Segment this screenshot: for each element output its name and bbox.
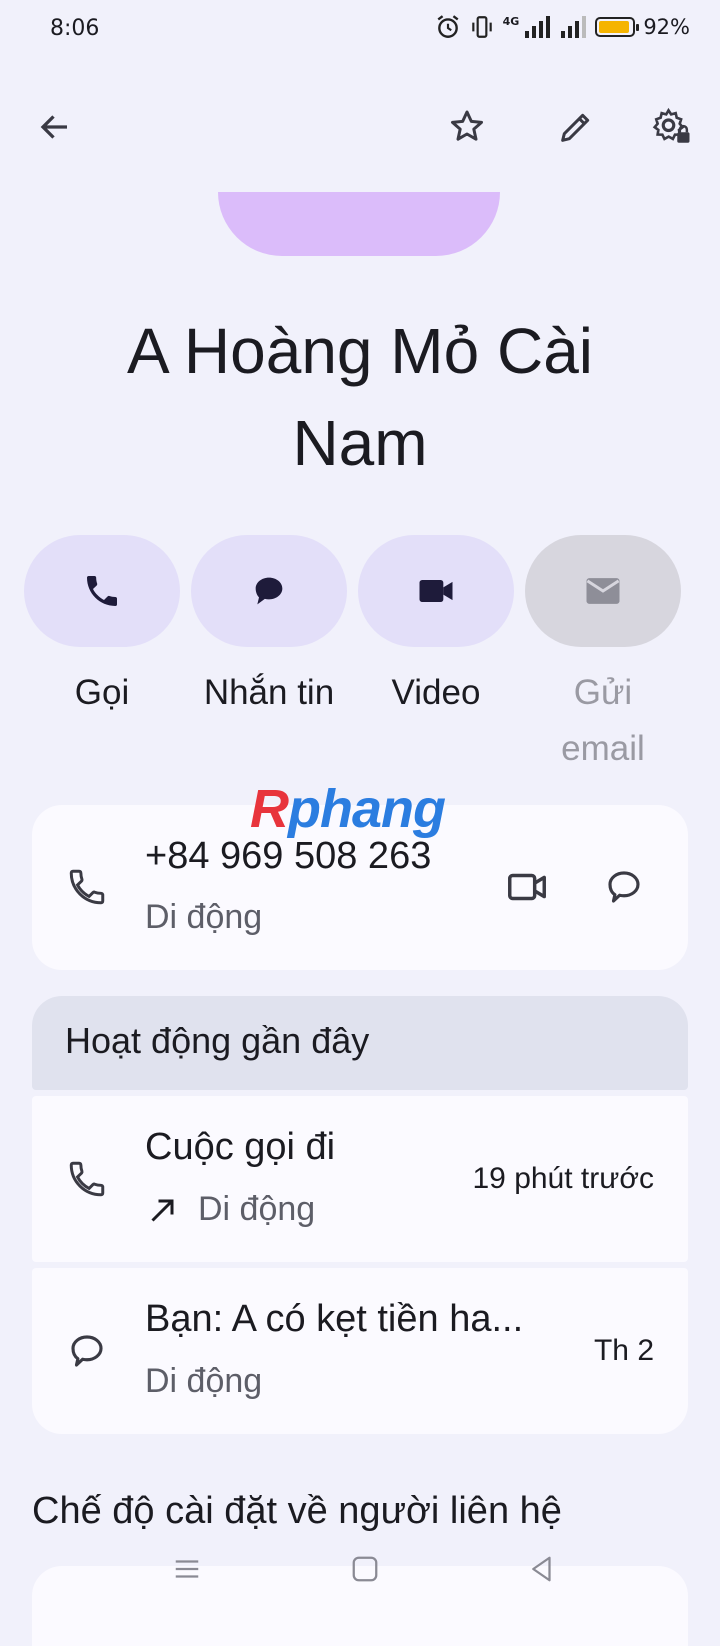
email-label-line-1: Gửi [573,673,633,712]
message-label: Nhắn tin [203,673,335,712]
recent-item-title: Bạn: A có kẹt tiền ha... [145,1298,524,1340]
contact-name: A Hoàng Mỏ Cài Nam [40,305,680,489]
avatar[interactable] [218,192,500,256]
watermark-part-1: R [250,779,289,839]
email-label-line-2: email [561,729,645,768]
signal-icon-2 [561,16,587,38]
signal-icon [525,16,551,38]
settings-gear-icon [652,107,690,143]
video-label: Video [391,673,481,712]
watermark-part-2: phang [288,779,446,839]
email-label: Gửi email [525,665,681,777]
video-action[interactable]: Video [358,535,514,721]
message-button[interactable] [191,535,347,647]
watermark-logo: Rphang [250,778,446,840]
back-button[interactable] [31,103,79,151]
edit-pencil-icon [561,113,590,142]
mail-icon [586,578,620,604]
back-arrow-icon [40,115,67,139]
video-call-button[interactable] [503,863,551,911]
email-button[interactable] [525,535,681,647]
call-label: Gọi [74,673,130,712]
home-icon[interactable] [350,1554,380,1584]
video-button[interactable] [358,535,514,647]
recent-item-time: Th 2 [593,1334,654,1367]
battery-icon [595,17,640,37]
email-action[interactable]: Gửi email [525,535,681,777]
phone-number[interactable]: +84 969 508 263 [145,835,431,878]
edit-button[interactable] [552,103,600,151]
outgoing-arrow-icon [151,1199,174,1222]
message-bubble-icon [71,1335,103,1367]
alarm-icon [437,15,459,38]
phone-icon [69,869,105,905]
status-time: 8:06 [50,16,100,41]
contact-name-line-1: A Hoàng Mỏ Cài [126,315,594,387]
message-icon [255,577,283,605]
recent-item-message[interactable] [32,1268,688,1434]
recent-item-subtitle: Di động [198,1190,316,1228]
network-type: 4G [502,14,520,28]
status-icons: 4G 92% [435,14,690,40]
recent-item-title: Cuộc gọi đi [145,1126,336,1168]
contact-settings-title: Chế độ cài đặt về người liên hệ [32,1490,562,1532]
recent-item-subtitle: Di động [145,1362,263,1400]
message-action[interactable]: Nhắn tin [191,535,347,721]
recent-item-time: 19 phút trước [472,1162,654,1195]
call-button[interactable] [24,535,180,647]
battery-percent: 92% [643,15,690,39]
send-message-button[interactable] [600,863,648,911]
phone-icon [69,1161,105,1197]
back-nav-icon[interactable] [527,1554,557,1584]
contact-settings-button[interactable] [648,103,696,151]
recent-activity-title: Hoạt động gần đây [65,1020,370,1061]
message-bubble-icon [608,871,640,903]
video-outline-icon [508,873,546,901]
recent-apps-icon[interactable] [172,1554,202,1584]
call-action[interactable]: Gọi [24,535,180,721]
contact-name-line-2: Nam [292,407,428,479]
star-icon [451,110,483,141]
video-icon [419,580,453,602]
phone-type: Di động [145,898,263,936]
vibrate-icon [471,16,492,38]
phone-icon [87,576,117,606]
favorite-button[interactable] [443,103,491,151]
